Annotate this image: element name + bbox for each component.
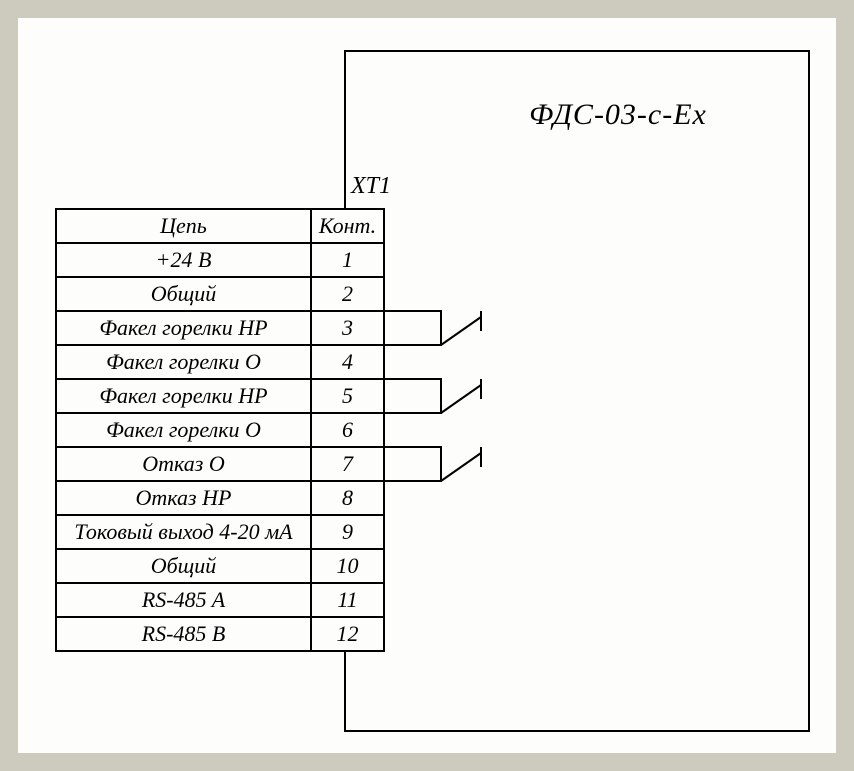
header-contact: Конт. xyxy=(311,209,384,243)
table-row: RS-485 B 12 xyxy=(56,617,384,651)
contact-cell: 2 xyxy=(311,277,384,311)
relay-contact-icon xyxy=(381,363,501,429)
circuit-cell: Факел горелки НР xyxy=(56,311,311,345)
circuit-cell: Факел горелки О xyxy=(56,413,311,447)
table-row: RS-485 A 11 xyxy=(56,583,384,617)
table-row: Факел горелки НР 5 xyxy=(56,379,384,413)
contact-cell: 3 xyxy=(311,311,384,345)
terminal-table: Цепь Конт. +24 В 1 Общий 2 Факел горелки… xyxy=(55,208,385,652)
table-row: Факел горелки О 6 xyxy=(56,413,384,447)
circuit-cell: Отказ НР xyxy=(56,481,311,515)
contact-cell: 11 xyxy=(311,583,384,617)
table-row: Токовый выход 4-20 мА 9 xyxy=(56,515,384,549)
device-title: ФДС-03-с-Ex xyxy=(448,98,788,132)
contact-cell: 6 xyxy=(311,413,384,447)
circuit-cell: +24 В xyxy=(56,243,311,277)
circuit-cell: RS-485 B xyxy=(56,617,311,651)
contact-cell: 12 xyxy=(311,617,384,651)
table-row: Факел горелки О 4 xyxy=(56,345,384,379)
circuit-cell: Токовый выход 4-20 мА xyxy=(56,515,311,549)
contact-cell: 10 xyxy=(311,549,384,583)
circuit-cell: Факел горелки НР xyxy=(56,379,311,413)
table-row: Отказ НР 8 xyxy=(56,481,384,515)
circuit-cell: Отказ О xyxy=(56,447,311,481)
contact-cell: 7 xyxy=(311,447,384,481)
drawing-canvas: ФДС-03-с-Ex XT1 Цепь Конт. +24 В 1 Общий… xyxy=(18,18,836,753)
circuit-cell: Факел горелки О xyxy=(56,345,311,379)
contact-cell: 1 xyxy=(311,243,384,277)
table-row: Отказ О 7 xyxy=(56,447,384,481)
circuit-cell: RS-485 A xyxy=(56,583,311,617)
contact-cell: 9 xyxy=(311,515,384,549)
table-row: +24 В 1 xyxy=(56,243,384,277)
connector-label: XT1 xyxy=(351,173,391,200)
table-row: Общий 2 xyxy=(56,277,384,311)
relay-contact-icon xyxy=(381,295,501,361)
contact-cell: 8 xyxy=(311,481,384,515)
contact-cell: 4 xyxy=(311,345,384,379)
table-header-row: Цепь Конт. xyxy=(56,209,384,243)
table-row: Факел горелки НР 3 xyxy=(56,311,384,345)
circuit-cell: Общий xyxy=(56,277,311,311)
circuit-cell: Общий xyxy=(56,549,311,583)
relay-contact-icon xyxy=(381,431,501,497)
contact-cell: 5 xyxy=(311,379,384,413)
table-row: Общий 10 xyxy=(56,549,384,583)
header-circuit: Цепь xyxy=(56,209,311,243)
